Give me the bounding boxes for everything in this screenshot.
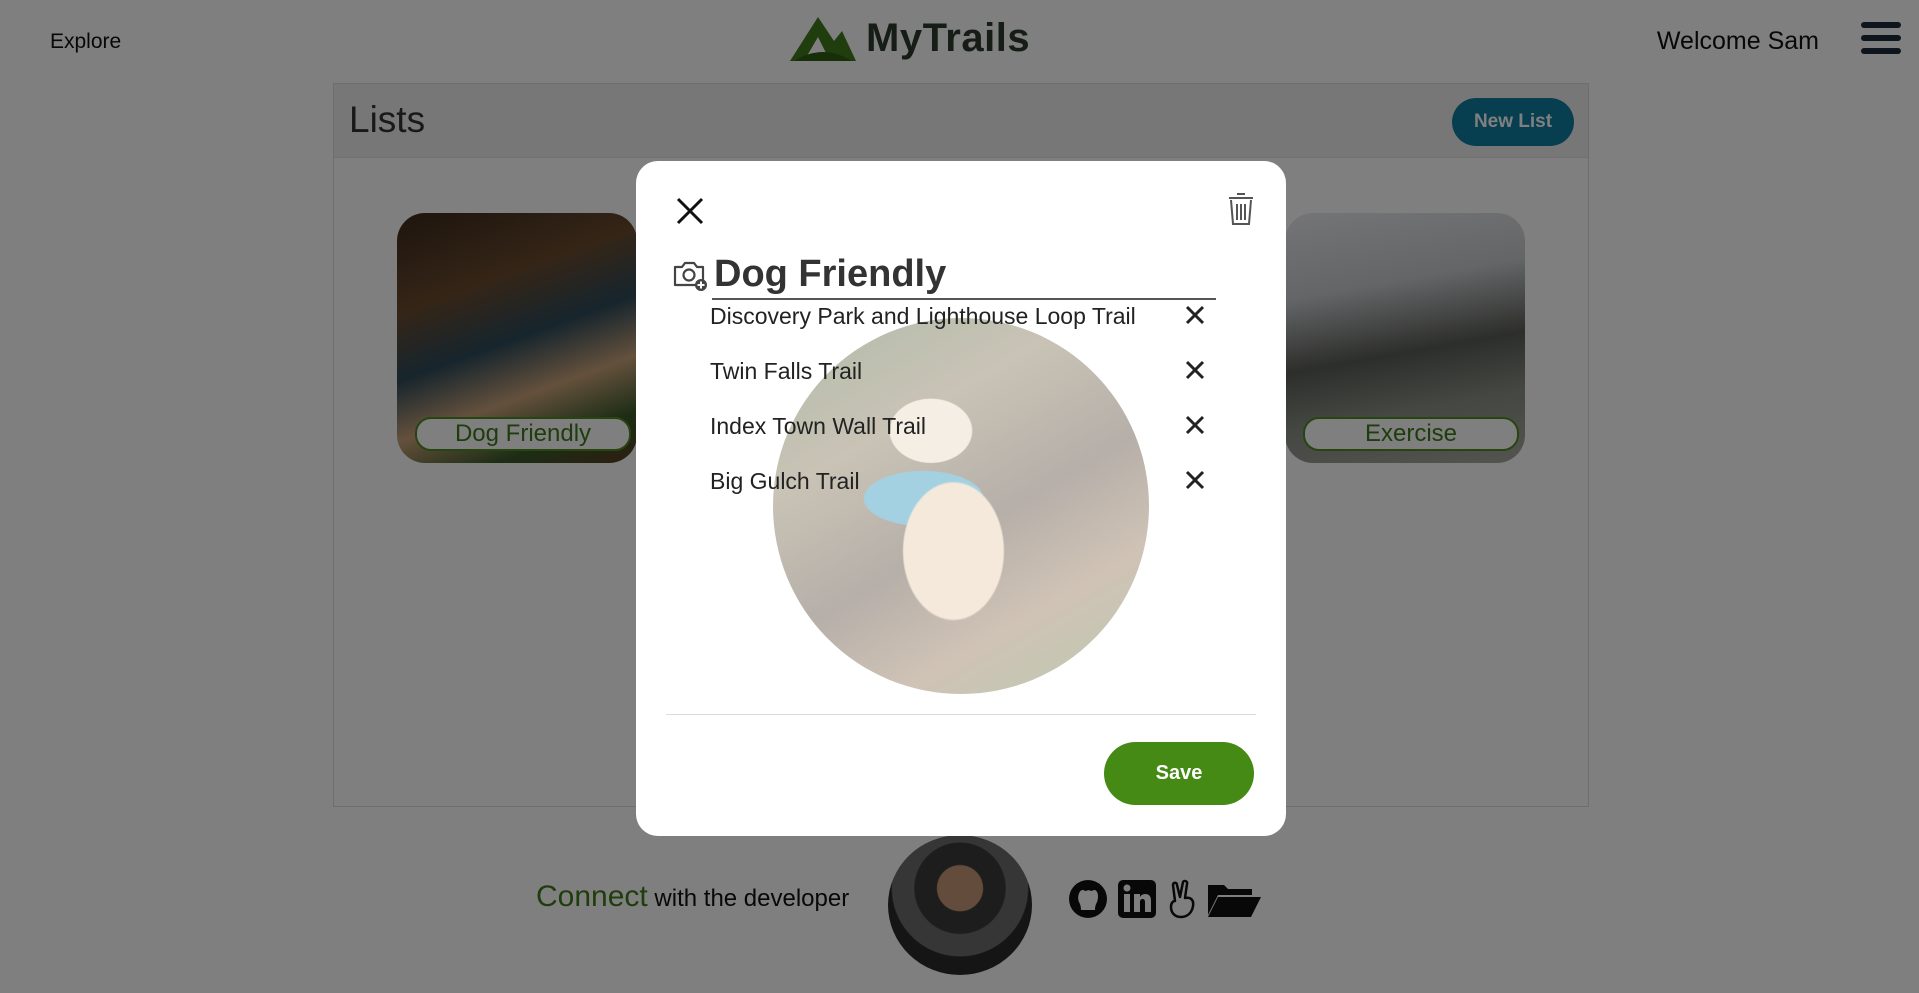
modal-divider	[666, 714, 1256, 715]
close-icon[interactable]	[672, 193, 708, 229]
trail-name: Big Gulch Trail	[710, 468, 860, 494]
remove-trail-icon[interactable]	[1184, 469, 1206, 491]
camera-add-icon[interactable]	[672, 257, 708, 293]
remove-trail-icon[interactable]	[1184, 304, 1206, 326]
list-title-input[interactable]	[712, 250, 1216, 300]
remove-trail-icon[interactable]	[1184, 359, 1206, 381]
remove-trail-icon[interactable]	[1184, 414, 1206, 436]
trail-row: Big Gulch Trail	[710, 468, 1230, 523]
save-button[interactable]: Save	[1104, 742, 1254, 805]
trail-name: Twin Falls Trail	[710, 358, 863, 384]
edit-list-modal: Discovery Park and Lighthouse Loop Trail…	[636, 161, 1286, 836]
trail-list: Discovery Park and Lighthouse Loop Trail…	[710, 303, 1230, 523]
trash-icon[interactable]	[1226, 191, 1256, 227]
trail-row: Twin Falls Trail	[710, 358, 1230, 413]
trail-row: Discovery Park and Lighthouse Loop Trail	[710, 303, 1230, 358]
trail-row: Index Town Wall Trail	[710, 413, 1230, 468]
trail-name: Discovery Park and Lighthouse Loop Trail	[710, 303, 1136, 329]
trail-name: Index Town Wall Trail	[710, 413, 927, 439]
